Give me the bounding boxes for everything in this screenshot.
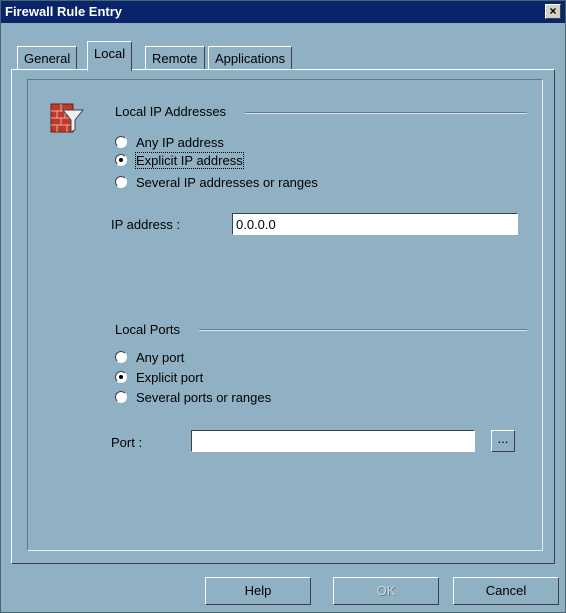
local-ports-group-label: Local Ports	[115, 322, 181, 337]
radio-dot[interactable]	[115, 371, 127, 383]
firewall-rule-dialog: Firewall Rule Entry × General Local Remo…	[0, 0, 566, 613]
local-ip-group-label: Local IP Addresses	[115, 104, 227, 119]
radio-dot[interactable]	[115, 136, 127, 148]
local-ports-group-divider	[199, 329, 527, 331]
radio-label: Several IP addresses or ranges	[136, 175, 318, 190]
window-title: Firewall Rule Entry	[5, 4, 123, 19]
port-browse-button[interactable]: ...	[491, 430, 515, 452]
radio-dot[interactable]	[115, 391, 127, 403]
tab-applications[interactable]: Applications	[208, 46, 293, 70]
ip-address-label: IP address :	[111, 217, 181, 232]
title-bar[interactable]: Firewall Rule Entry ×	[1, 1, 565, 23]
inner-frame	[27, 79, 543, 551]
radio-label: Several ports or ranges	[136, 390, 272, 405]
radio-label: Any IP address	[136, 135, 224, 150]
cancel-button[interactable]: Cancel	[453, 577, 559, 605]
tab-local[interactable]: Local	[87, 41, 133, 71]
radio-label: Explicit IP address	[135, 152, 244, 169]
port-label: Port :	[111, 435, 143, 450]
radio-label: Any port	[136, 350, 185, 365]
local-ip-group-divider	[245, 112, 527, 114]
tab-general[interactable]: General	[17, 46, 78, 70]
radio-dot[interactable]	[115, 176, 127, 188]
radio-dot[interactable]	[115, 154, 127, 166]
port-input[interactable]	[191, 430, 475, 452]
help-button[interactable]: Help	[205, 577, 311, 605]
radio-label: Explicit port	[136, 370, 204, 385]
firewall-filter-icon	[49, 101, 85, 137]
close-button[interactable]: ×	[545, 4, 561, 19]
radio-dot[interactable]	[115, 351, 127, 363]
ok-button[interactable]: OK	[333, 577, 439, 605]
tab-remote[interactable]: Remote	[145, 46, 205, 70]
ip-address-input[interactable]	[232, 213, 518, 235]
